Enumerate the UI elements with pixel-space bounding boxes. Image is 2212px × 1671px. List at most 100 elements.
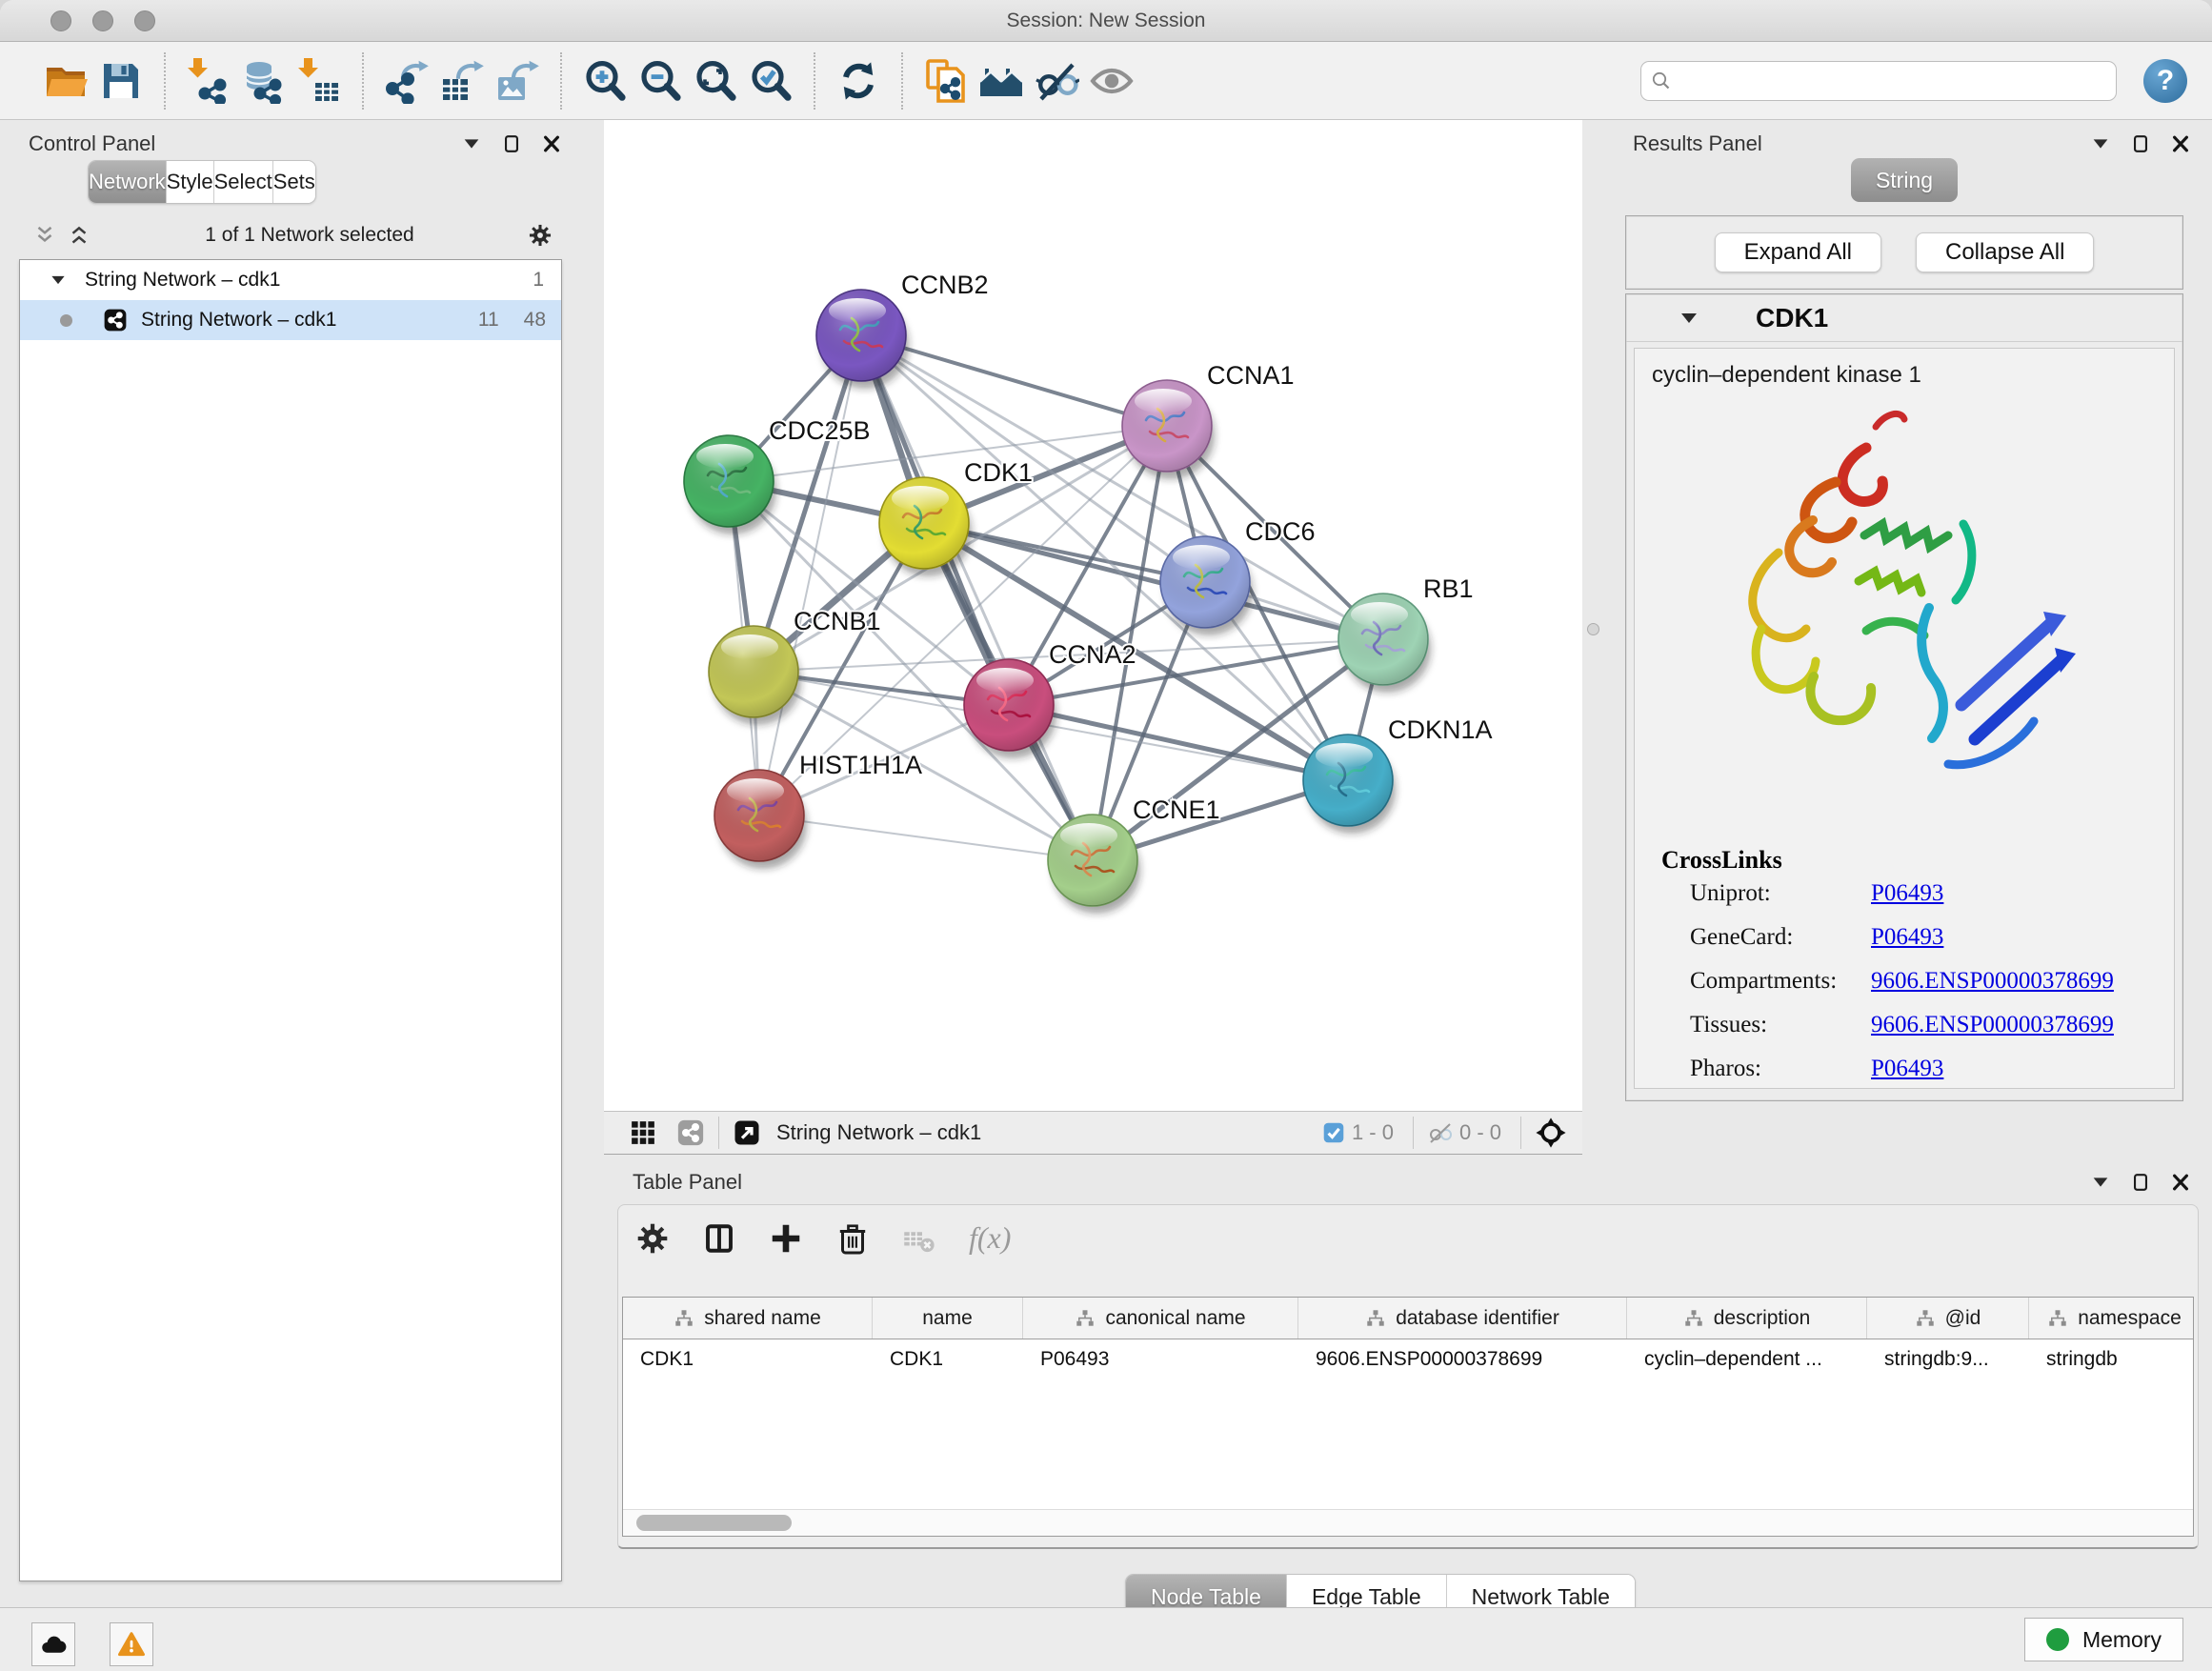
table-cell[interactable]: cyclin–dependent ...	[1627, 1339, 1867, 1379]
table-horizontal-scrollbar[interactable]	[623, 1509, 2193, 1536]
crosslink-row: Tissues:9606.ENSP00000378699	[1690, 1012, 2174, 1038]
import-network-from-file-button[interactable]	[181, 53, 236, 109]
network-options-gear-icon[interactable]	[528, 223, 553, 248]
table-cell[interactable]: stringdb	[2029, 1339, 2194, 1379]
warnings-button[interactable]	[110, 1622, 153, 1666]
network-row[interactable]: String Network – cdk1 11 48	[20, 300, 561, 340]
crosslink-link[interactable]: P06493	[1871, 924, 1943, 951]
table-cell[interactable]: P06493	[1023, 1339, 1298, 1379]
network-canvas[interactable]: CCNB2CCNA1CDC25BCDK1CDC6RB1CCNB1CCNA2CDK…	[604, 120, 1582, 1111]
table-cell[interactable]: CDK1	[623, 1339, 873, 1379]
column-header-database-identifier[interactable]: database identifier	[1298, 1298, 1627, 1339]
help-button[interactable]: ?	[2143, 59, 2187, 103]
import-network-from-database-button[interactable]	[236, 53, 292, 109]
panel-menu-icon[interactable]	[2090, 1172, 2111, 1193]
node-CDKN1A[interactable]	[1303, 735, 1396, 834]
column-header-description[interactable]: description	[1627, 1298, 1867, 1339]
save-session-button[interactable]	[93, 53, 149, 109]
selected-checkbox-icon[interactable]	[1321, 1120, 1346, 1145]
node-CCNB1[interactable]	[709, 626, 801, 725]
table-cell[interactable]: CDK1	[873, 1339, 1023, 1379]
eye-disabled-button[interactable]	[1084, 53, 1139, 109]
close-panel-icon[interactable]	[2170, 1172, 2191, 1193]
glasses-slash-button[interactable]	[1029, 53, 1084, 109]
edge-CCNB2-CCNE1[interactable]	[861, 335, 1093, 860]
zoom-in-button[interactable]	[577, 53, 633, 109]
node-CCNA2[interactable]	[964, 659, 1056, 758]
tab-network[interactable]: Network	[89, 161, 167, 203]
open-file-button[interactable]	[38, 53, 93, 109]
node-CCNB2[interactable]	[816, 290, 909, 389]
node-label-CCNE1: CCNE1	[1133, 795, 1220, 824]
create-column-icon[interactable]	[769, 1221, 803, 1256]
tab-select[interactable]: Select	[214, 161, 273, 203]
edge-CCNA2-CDKN1A[interactable]	[1009, 705, 1348, 780]
cytoscape-window: Session: New Session ? Control Panel Net…	[0, 0, 2212, 1671]
float-panel-icon[interactable]	[2130, 133, 2151, 154]
collapse-all-networks-icon[interactable]	[32, 223, 57, 248]
crosslink-link[interactable]: P06493	[1871, 880, 1943, 907]
cloud-button[interactable]	[31, 1622, 75, 1666]
grid-view-icon[interactable]	[629, 1118, 657, 1147]
minimize-window-button[interactable]	[92, 10, 113, 31]
crosslink-link[interactable]: P06493	[1871, 1056, 1943, 1082]
zoom-out-button[interactable]	[633, 53, 688, 109]
zoom-selected-button[interactable]	[743, 53, 798, 109]
crosslink-link[interactable]: 9606.ENSP00000378699	[1871, 968, 2114, 995]
export-network-button[interactable]	[379, 53, 434, 109]
node-CCNE1[interactable]	[1048, 815, 1140, 914]
float-panel-icon[interactable]	[2130, 1172, 2151, 1193]
import-table-from-file-button[interactable]	[292, 53, 347, 109]
expand-all-networks-icon[interactable]	[67, 223, 91, 248]
node-RB1[interactable]	[1338, 594, 1431, 693]
column-header-name[interactable]: name	[873, 1298, 1023, 1339]
node-CDK1[interactable]	[879, 477, 972, 576]
close-panel-icon[interactable]	[541, 133, 562, 154]
table-cell[interactable]: 9606.ENSP00000378699	[1298, 1339, 1627, 1379]
node-HIST1H1A[interactable]	[714, 770, 807, 869]
network-view-toolbar: String Network – cdk1 1 - 0 0 - 0	[604, 1111, 1582, 1155]
close-window-button[interactable]	[50, 10, 71, 31]
export-image-button[interactable]	[490, 53, 545, 109]
delete-column-icon[interactable]	[835, 1221, 870, 1256]
column-header-@id[interactable]: @id	[1867, 1298, 2029, 1339]
scrollbar-thumb[interactable]	[636, 1515, 792, 1531]
crosslink-link[interactable]: 9606.ENSP00000378699	[1871, 1012, 2114, 1038]
network-collection-row[interactable]: String Network – cdk1 1	[20, 260, 561, 300]
panel-menu-icon[interactable]	[2090, 133, 2111, 154]
node-CDC25B[interactable]	[684, 435, 776, 534]
string-homes-button[interactable]	[974, 53, 1029, 109]
column-header-namespace[interactable]: namespace	[2029, 1298, 2194, 1339]
table-row[interactable]: CDK1CDK1P064939606.ENSP00000378699cyclin…	[623, 1339, 2193, 1379]
table-cell[interactable]: stringdb:9...	[1867, 1339, 2029, 1379]
show-columns-icon[interactable]	[702, 1221, 736, 1256]
refresh-network-view-button[interactable]	[831, 53, 886, 109]
gene-header-row[interactable]: CDK1	[1626, 294, 2182, 342]
table-options-gear-icon[interactable]	[635, 1221, 670, 1256]
zoom-fit-button[interactable]	[688, 53, 743, 109]
memory-button[interactable]: Memory	[2024, 1618, 2183, 1661]
gene-collapse-icon[interactable]	[1678, 307, 1700, 330]
edge-HIST1H1A-CCNE1[interactable]	[759, 815, 1093, 860]
tab-sets[interactable]: Sets	[273, 161, 315, 203]
search-input[interactable]	[1640, 61, 2117, 101]
tab-string[interactable]: String	[1851, 158, 1958, 202]
close-panel-icon[interactable]	[2170, 133, 2191, 154]
collection-collapse-icon[interactable]	[49, 271, 68, 290]
collapse-all-button[interactable]: Collapse All	[1916, 232, 2094, 272]
node-CCNA1[interactable]	[1122, 380, 1215, 479]
column-header-shared-name[interactable]: shared name	[623, 1298, 873, 1339]
zoom-in-icon	[582, 58, 628, 104]
column-header-canonical-name[interactable]: canonical name	[1023, 1298, 1298, 1339]
float-panel-icon[interactable]	[501, 133, 522, 154]
panel-menu-icon[interactable]	[461, 133, 482, 154]
export-table-button[interactable]	[434, 53, 490, 109]
tab-style[interactable]: Style	[167, 161, 214, 203]
network-share-icon[interactable]	[676, 1118, 705, 1147]
expand-all-button[interactable]: Expand All	[1715, 232, 1881, 272]
detach-view-icon[interactable]	[733, 1118, 761, 1147]
vertical-divider-handle[interactable]	[1587, 623, 1599, 635]
maximize-window-button[interactable]	[134, 10, 155, 31]
copy-network-documents-button[interactable]	[918, 53, 974, 109]
fit-content-crosshair-icon[interactable]	[1535, 1117, 1567, 1149]
